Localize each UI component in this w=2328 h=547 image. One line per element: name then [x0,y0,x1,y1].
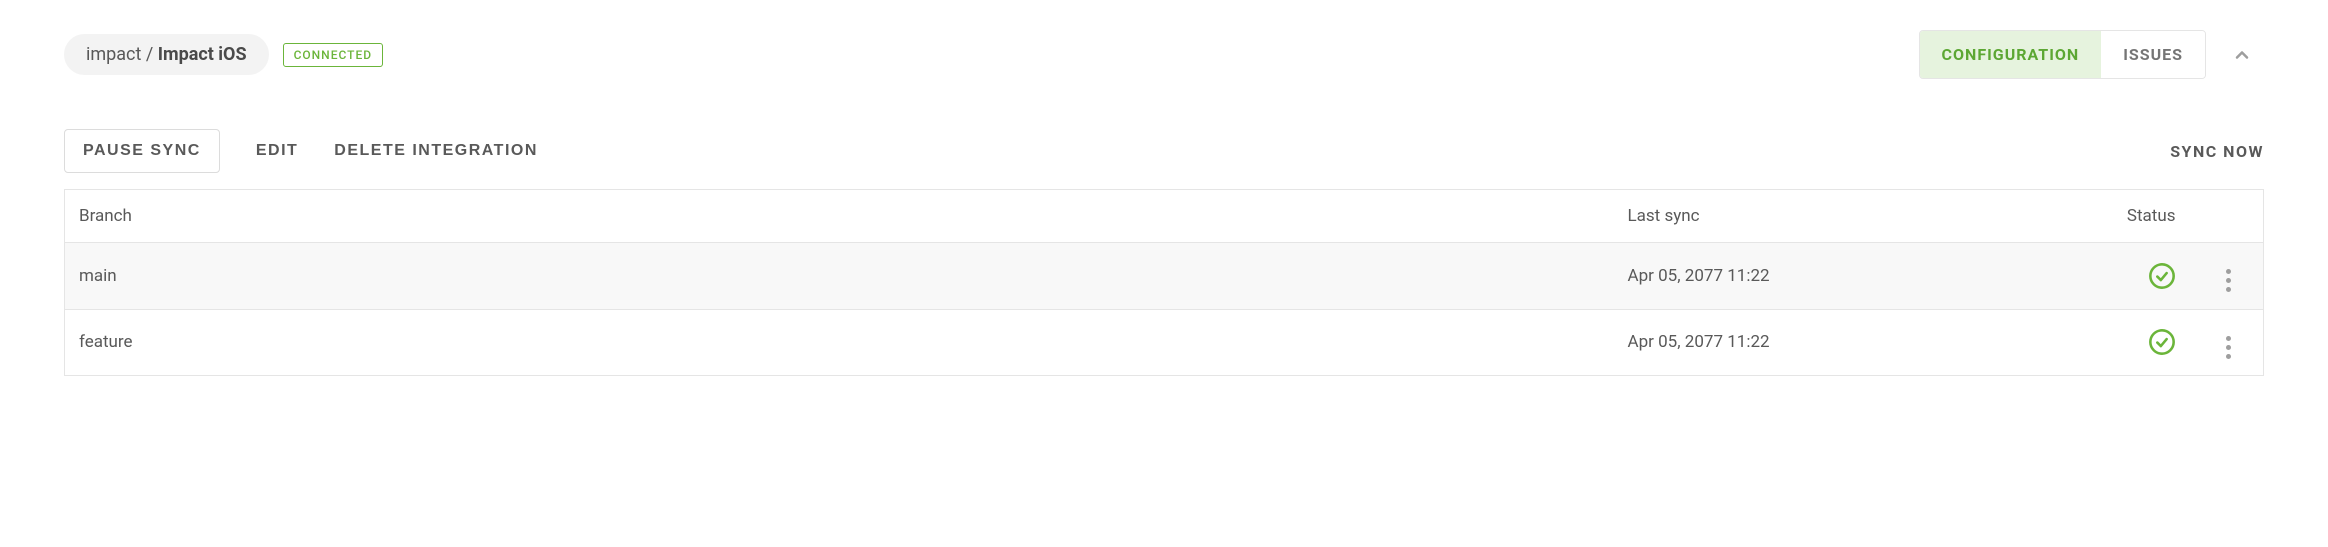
action-left: PAUSE SYNC EDIT DELETE INTEGRATION [64,129,538,173]
col-header-actions [2194,190,2264,243]
kebab-dot-icon [2226,269,2231,274]
kebab-dot-icon [2226,345,2231,350]
cell-last-sync: Apr 05, 2077 11:22 [1614,243,1904,310]
cell-branch: main [65,243,1614,310]
tab-group: CONFIGURATION ISSUES [1919,30,2206,79]
row-menu-button[interactable] [2216,335,2240,359]
collapse-button[interactable] [2220,33,2264,77]
breadcrumb-current: Impact iOS [158,44,247,65]
branches-table: Branch Last sync Status main Apr 05, 207… [64,189,2264,376]
pause-sync-button[interactable]: PAUSE SYNC [64,129,220,173]
col-header-branch: Branch [65,190,1614,243]
cell-status [1904,243,2194,310]
tab-configuration[interactable]: CONFIGURATION [1920,31,2102,78]
edit-button[interactable]: EDIT [256,130,298,172]
kebab-dot-icon [2226,336,2231,341]
header-left: impact / Impact iOS CONNECTED [64,34,383,75]
check-circle-icon [2148,328,2176,356]
cell-actions [2194,243,2264,310]
cell-status [1904,309,2194,376]
check-circle-icon [2148,262,2176,290]
col-header-status: Status [1904,190,2194,243]
table-row: main Apr 05, 2077 11:22 [65,243,2264,310]
table-header-row: Branch Last sync Status [65,190,2264,243]
tab-issues[interactable]: ISSUES [2101,31,2205,78]
kebab-dot-icon [2226,278,2231,283]
breadcrumb-separator: / [141,44,157,65]
delete-integration-button[interactable]: DELETE INTEGRATION [334,130,538,172]
chevron-up-icon [2232,45,2252,65]
header-right: CONFIGURATION ISSUES [1919,30,2264,79]
header-row: impact / Impact iOS CONNECTED CONFIGURAT… [64,30,2264,79]
status-badge: CONNECTED [283,43,384,67]
sync-now-button[interactable]: SYNC NOW [2170,142,2264,161]
cell-branch: feature [65,309,1614,376]
cell-actions [2194,309,2264,376]
col-header-last-sync: Last sync [1614,190,1904,243]
action-row: PAUSE SYNC EDIT DELETE INTEGRATION SYNC … [64,129,2264,173]
kebab-dot-icon [2226,287,2231,292]
cell-last-sync: Apr 05, 2077 11:22 [1614,309,1904,376]
breadcrumb-parent: impact [86,44,141,65]
table-row: feature Apr 05, 2077 11:22 [65,309,2264,376]
breadcrumb[interactable]: impact / Impact iOS [64,34,269,75]
row-menu-button[interactable] [2216,269,2240,293]
kebab-dot-icon [2226,354,2231,359]
